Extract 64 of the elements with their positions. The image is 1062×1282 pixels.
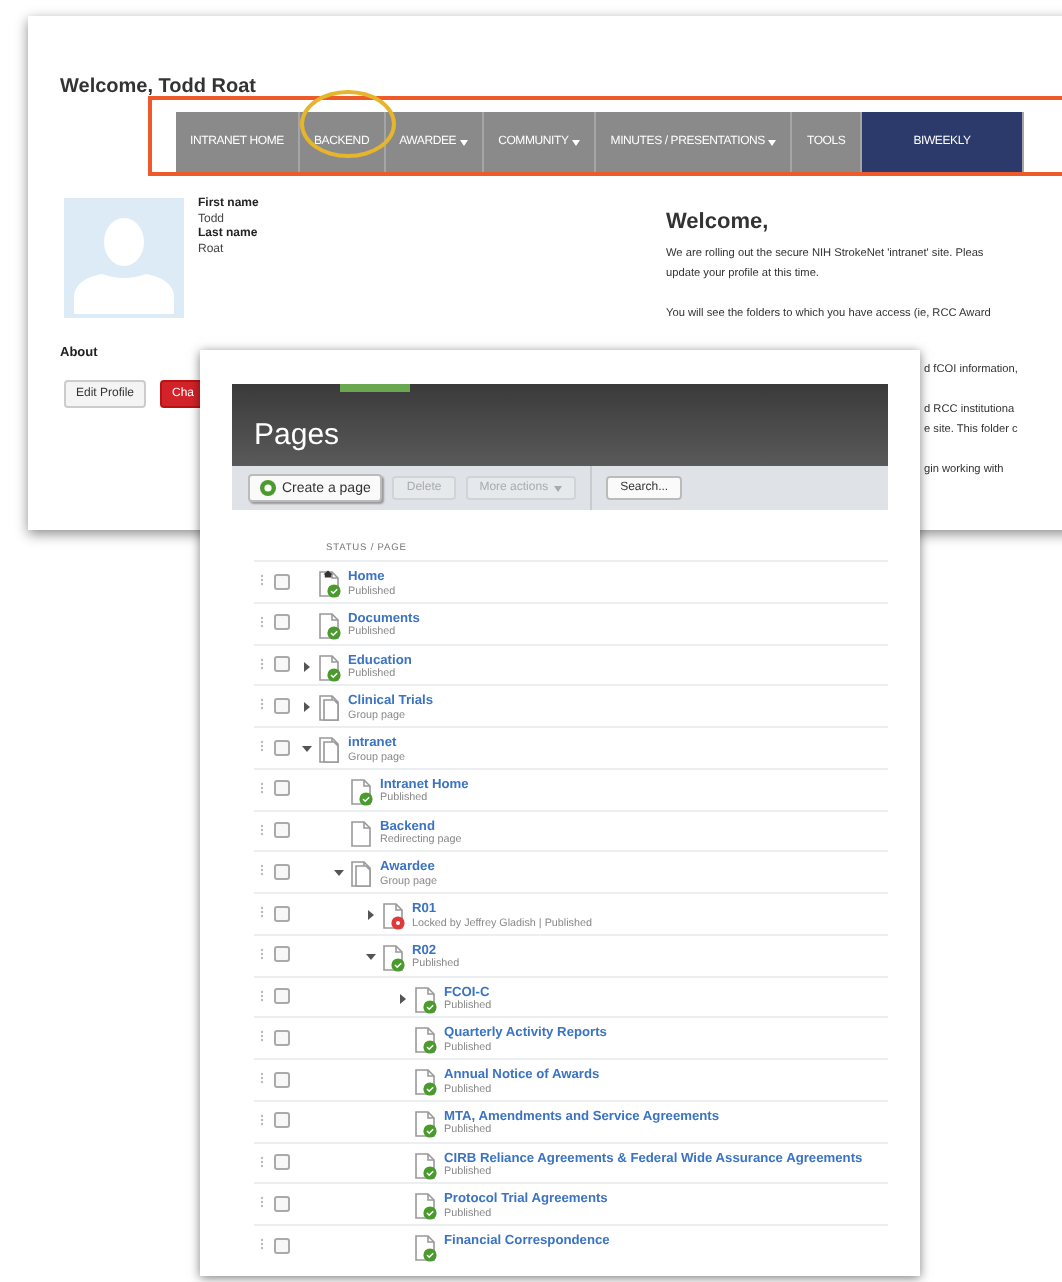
row-checkbox[interactable] [274,780,290,797]
drag-handle-icon[interactable] [260,906,264,918]
group-page-icon [350,860,374,889]
row-checkbox[interactable] [274,614,290,631]
published-page-icon [382,943,406,972]
expand-toggle[interactable] [366,951,376,962]
row-checkbox[interactable] [274,573,290,589]
drag-handle-icon[interactable] [260,989,264,1001]
published-page-icon [414,1192,438,1221]
row-checkbox[interactable] [274,988,290,1004]
expand-toggle[interactable] [302,744,312,754]
published-page-icon [414,1109,438,1138]
row-checkbox[interactable] [274,905,290,921]
drag-handle-icon[interactable] [260,1155,264,1167]
published-page-icon [350,777,374,806]
locked-page-icon [382,902,406,930]
expand-toggle[interactable] [366,910,376,920]
expand-toggle[interactable] [302,702,312,713]
row-checkbox[interactable] [274,1071,290,1087]
drag-handle-icon[interactable] [260,698,264,711]
drag-handle-icon[interactable] [260,1196,264,1209]
published-page-icon [414,1234,438,1262]
drag-handle-icon[interactable] [260,615,264,628]
caret-icon [554,485,563,491]
drag-handle-icon[interactable] [260,864,264,877]
row-checkbox[interactable] [274,1154,290,1170]
published-page-icon [414,1151,438,1179]
published-page-icon [318,653,342,681]
drag-handle-icon[interactable] [260,947,264,960]
published-page-icon [414,1068,438,1096]
welcome-heading: Welcome, [666,210,771,234]
row-checkbox[interactable] [274,946,290,963]
published-page-icon [414,985,438,1013]
row-checkbox[interactable] [274,697,290,714]
welcome-title: Welcome, Todd Roat [60,76,256,98]
home-page-icon [318,570,342,598]
published-page-icon [414,1026,438,1055]
highlight-ellipse [300,90,396,158]
drag-handle-icon[interactable] [260,1113,264,1126]
drag-handle-icon[interactable] [260,1072,264,1084]
drag-handle-icon[interactable] [260,1030,264,1043]
row-checkbox[interactable] [274,739,290,755]
row-checkbox[interactable] [274,863,290,880]
drag-handle-icon[interactable] [260,657,264,669]
row-checkbox[interactable] [274,1195,290,1212]
group-page-icon [318,694,342,723]
expand-toggle[interactable] [302,661,312,671]
drag-handle-icon[interactable] [260,574,264,586]
published-page-icon [318,611,342,640]
page-icon [350,819,374,847]
row-checkbox[interactable] [274,822,290,838]
expand-toggle[interactable] [334,868,344,879]
plus-circle-icon [260,480,276,496]
drag-handle-icon[interactable] [260,740,264,752]
pages-title: Pages [254,418,340,452]
row-checkbox[interactable] [274,1029,290,1046]
row-checkbox[interactable] [274,1112,290,1129]
drag-handle-icon[interactable] [260,781,264,794]
drag-handle-icon[interactable] [260,1238,264,1250]
row-checkbox[interactable] [274,656,290,672]
group-page-icon [318,736,342,764]
drag-handle-icon[interactable] [260,823,264,835]
expand-toggle[interactable] [398,993,408,1003]
row-checkbox[interactable] [274,1237,290,1253]
